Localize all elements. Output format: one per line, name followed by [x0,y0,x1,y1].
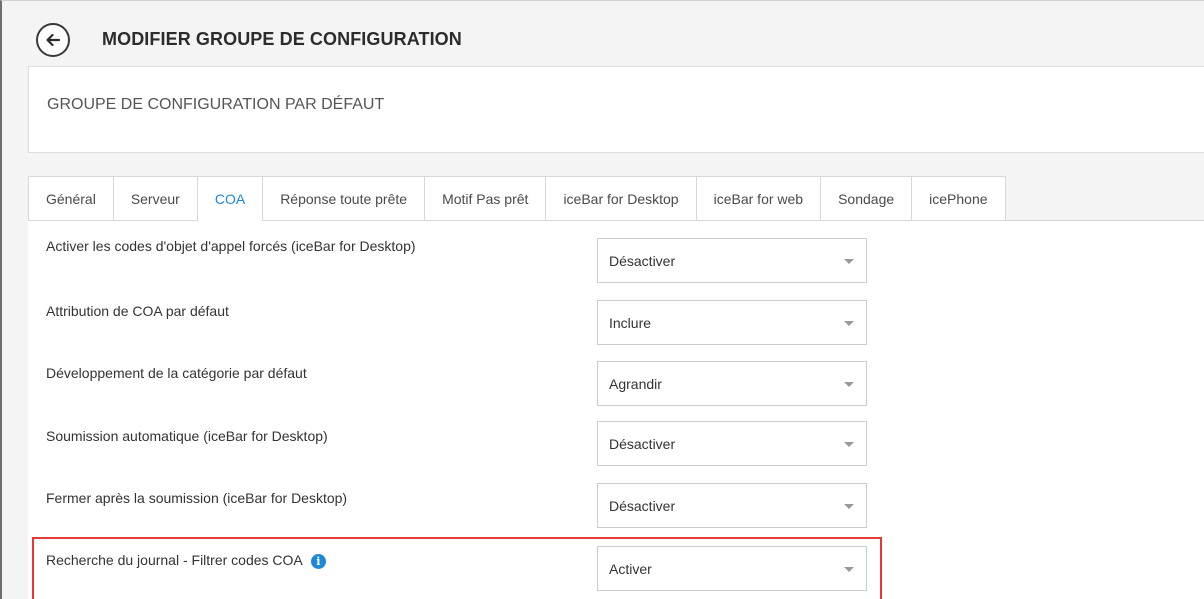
select-value: Inclure [609,315,652,331]
default-coa-select[interactable]: Inclure [597,300,867,345]
group-name-panel: GROUPE DE CONFIGURATION PAR DÉFAUT [28,66,1204,153]
tab-icebar-desktop[interactable]: iceBar for Desktop [545,176,696,221]
tab-motif-pas-pret[interactable]: Motif Pas prêt [424,176,546,221]
chevron-down-icon [844,321,854,326]
close-after-submit-select[interactable]: Désactiver [597,483,867,528]
setting-label: Attribution de COA par défaut [46,303,229,319]
select-value: Désactiver [609,253,676,269]
tab-icebar-web[interactable]: iceBar for web [695,176,821,221]
group-name: GROUPE DE CONFIGURATION PAR DÉFAUT [47,96,385,113]
chevron-down-icon [844,442,854,447]
setting-label: Soumission automatique (iceBar for Deskt… [46,428,328,444]
page-title: MODIFIER GROUPE DE CONFIGURATION [102,29,462,49]
tab-general[interactable]: Général [28,176,113,221]
select-value: Désactiver [609,436,676,452]
setting-row-category-expansion: Développement de la catégorie par défaut… [28,361,1204,427]
tab-icephone[interactable]: icePhone [911,176,1006,221]
tab-coa[interactable]: COA [196,176,263,222]
arrow-left-icon [46,33,61,47]
category-expansion-select[interactable]: Agrandir [597,361,867,406]
setting-row-default-coa: Attribution de COA par défaut Inclure [28,300,1204,365]
forced-coa-select[interactable]: Désactiver [597,238,867,283]
chevron-down-icon [844,567,854,572]
page-header: MODIFIER GROUPE DE CONFIGURATION [4,2,1204,65]
auto-submit-select[interactable]: Désactiver [597,421,867,466]
tab-bar: Général Serveur COA Réponse toute prête … [28,176,1204,222]
chevron-down-icon [844,259,854,264]
setting-label-text: Recherche du journal - Filtrer codes COA [46,552,303,568]
log-search-filter-select[interactable]: Activer [597,546,867,591]
setting-label: Recherche du journal - Filtrer codes COA… [46,552,326,569]
chevron-down-icon [844,504,854,509]
tab-reponse-toute-prete[interactable]: Réponse toute prête [262,176,425,221]
select-value: Activer [609,561,652,577]
settings-content: Général Serveur COA Réponse toute prête … [28,176,1204,599]
setting-row-auto-submit: Soumission automatique (iceBar for Deskt… [28,421,1204,490]
setting-row-log-search-filter: Recherche du journal - Filtrer codes COA… [28,546,1204,599]
info-icon[interactable]: i [310,554,326,569]
setting-row-forced-coa: Activer les codes d'objet d'appel forcés… [28,238,1204,300]
setting-row-close-after-submit: Fermer après la soumission (iceBar for D… [28,483,1204,552]
select-value: Désactiver [609,498,676,514]
chevron-down-icon [844,382,854,387]
tab-sondage[interactable]: Sondage [820,176,912,221]
setting-label: Activer les codes d'objet d'appel forcés… [46,238,416,254]
setting-label: Développement de la catégorie par défaut [46,365,307,381]
select-value: Agrandir [609,376,662,392]
back-button[interactable] [36,23,70,57]
app-frame: MODIFIER GROUPE DE CONFIGURATION GROUPE … [0,0,1204,599]
setting-label: Fermer après la soumission (iceBar for D… [46,490,348,506]
tab-serveur[interactable]: Serveur [112,176,197,221]
